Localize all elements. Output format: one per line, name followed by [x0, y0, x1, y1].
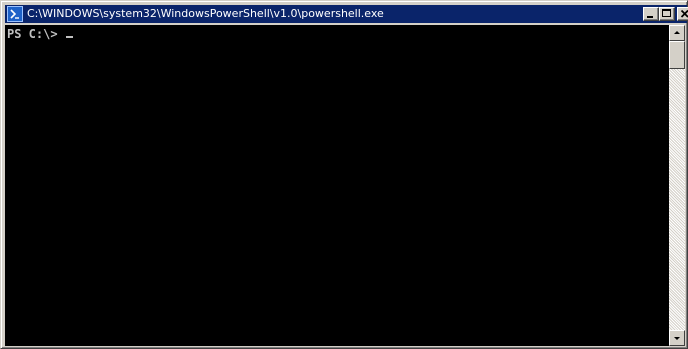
powershell-icon[interactable] [7, 6, 23, 22]
maximize-button[interactable] [659, 7, 675, 21]
title-bar[interactable]: C:\WINDOWS\system32\WindowsPowerShell\v1… [5, 5, 688, 23]
scroll-down-button[interactable] [669, 330, 685, 346]
minimize-button[interactable] [643, 7, 659, 21]
scrollbar-thumb[interactable] [669, 41, 685, 69]
vertical-scrollbar[interactable] [669, 25, 685, 346]
powershell-window: C:\WINDOWS\system32\WindowsPowerShell\v1… [0, 0, 688, 349]
arrow-down-icon [674, 337, 680, 340]
close-icon [680, 9, 688, 18]
scroll-up-button[interactable] [669, 25, 685, 41]
prompt-line[interactable]: PS C:\> [7, 27, 73, 41]
text-cursor [65, 36, 73, 38]
arrow-up-icon [674, 31, 680, 34]
window-title: C:\WINDOWS\system32\WindowsPowerShell\v1… [27, 7, 384, 20]
console-output[interactable]: PS C:\> [5, 25, 669, 346]
close-button[interactable] [677, 7, 688, 21]
maximize-icon [662, 9, 671, 17]
minimize-icon [647, 16, 653, 18]
prompt-text: PS C:\> [7, 27, 65, 41]
